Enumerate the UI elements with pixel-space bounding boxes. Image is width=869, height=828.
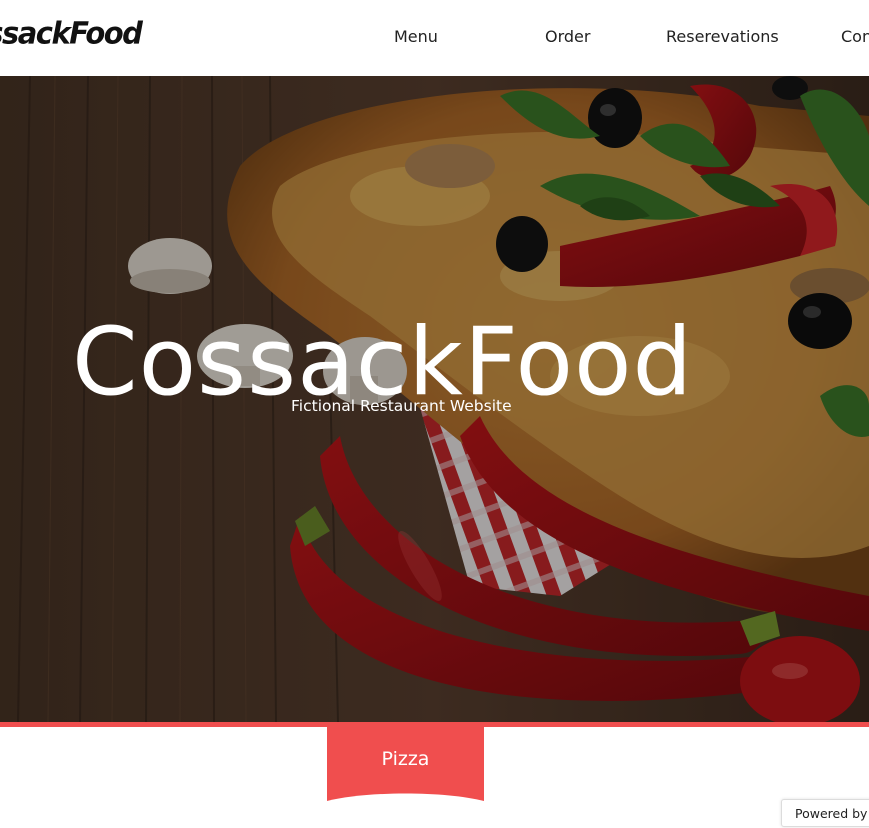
page: CossackFood Menu Order Reserevations Con… [0,0,869,828]
tab-pizza-label: Pizza [381,748,430,770]
site-header: CossackFood Menu Order Reserevations Con… [0,0,869,76]
nav-link-order[interactable]: Order [545,27,590,46]
hero-banner: CossackFood Fictional Restaurant Website [0,76,869,722]
hero-subtitle: Fictional Restaurant Website [291,397,512,415]
tab-curve-decoration [327,793,484,807]
tab-pizza[interactable]: Pizza [327,727,484,807]
nav-link-contact[interactable]: Contact [841,27,869,46]
site-logo[interactable]: CossackFood [0,15,143,51]
nav-link-reservations[interactable]: Reserevations [666,27,779,46]
nav-link-menu[interactable]: Menu [394,27,438,46]
hero-title: CossackFood [72,308,694,417]
powered-by-badge[interactable]: Powered by [781,799,869,827]
